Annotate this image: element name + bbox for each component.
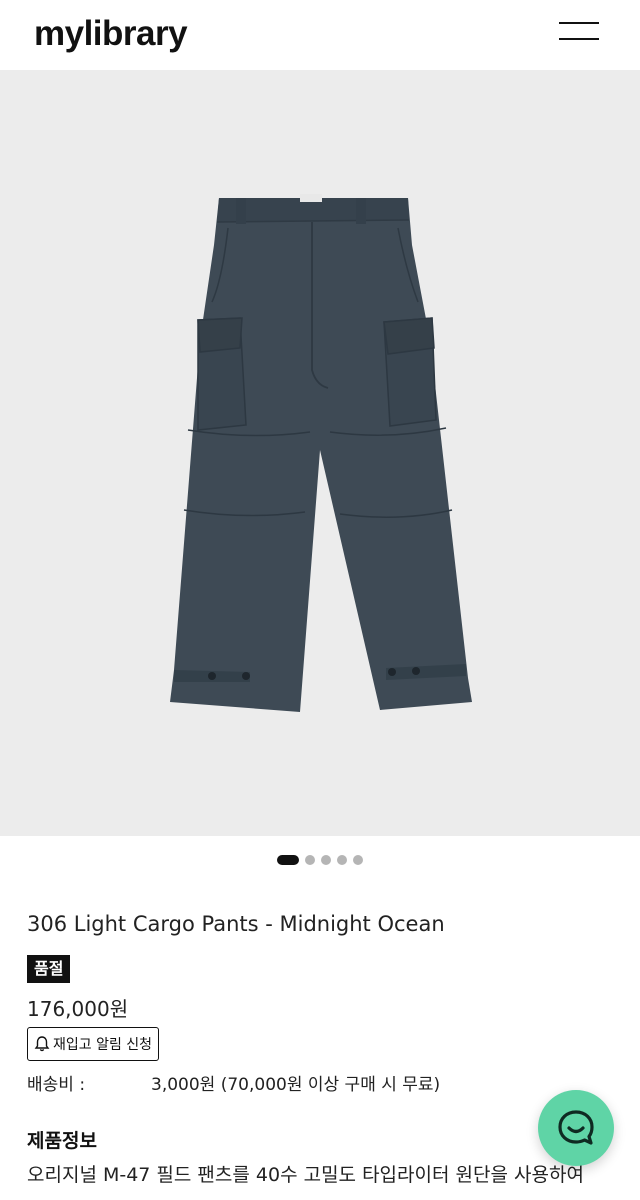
carousel-indicator: [0, 852, 640, 868]
shipping-info: 배송비 : 3,000원 (70,000원 이상 구매 시 무료): [27, 1070, 440, 1095]
hamburger-menu-icon[interactable]: [555, 18, 603, 48]
carousel-dot-2[interactable]: [305, 855, 315, 865]
carousel-dot-1[interactable]: [277, 855, 299, 865]
soldout-badge: 품절: [27, 955, 71, 983]
shipping-value: 3,000원 (70,000원 이상 구매 시 무료): [151, 1075, 441, 1095]
product-info-description: 오리지널 M-47 필드 팬츠를 40수 고밀도 타입라이터 원단을 사용하여: [27, 1164, 584, 1186]
chat-button[interactable]: [538, 1090, 614, 1166]
chat-bubble-icon: [558, 1110, 594, 1145]
cargo-pants-image: [170, 194, 472, 712]
product-title: 306 Light Cargo Pants - Midnight Ocean: [27, 912, 445, 936]
product-image-gallery[interactable]: [0, 70, 640, 836]
product-info-heading: 제품정보: [27, 1130, 97, 1152]
logo[interactable]: mylibrary: [34, 14, 188, 54]
carousel-dot-5[interactable]: [353, 855, 363, 865]
header: mylibrary: [0, 0, 640, 70]
carousel-dot-3[interactable]: [321, 855, 331, 865]
carousel-dot-4[interactable]: [337, 855, 347, 865]
restock-button-label: 재입고 알림 신청: [53, 1037, 153, 1053]
bell-icon: [34, 1036, 50, 1052]
product-price: 176,000원: [27, 997, 129, 1021]
restock-notify-button[interactable]: 재입고 알림 신청: [27, 1027, 160, 1061]
shipping-label: 배송비 :: [27, 1075, 86, 1095]
